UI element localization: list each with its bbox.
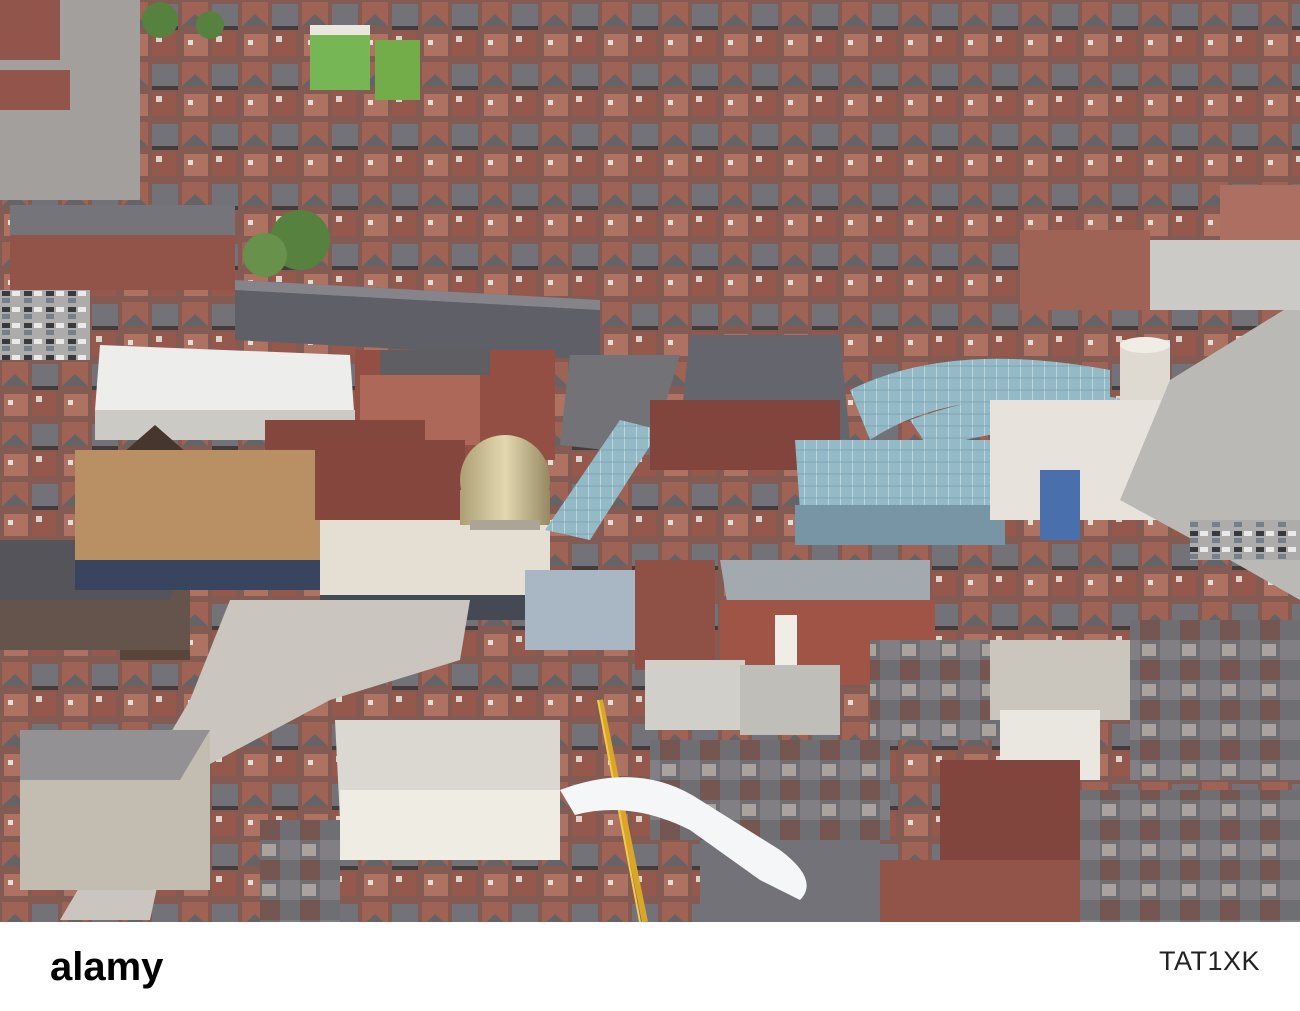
image-id-label: TAT1XK <box>1158 946 1260 976</box>
alamy-logo-text: alamy <box>50 945 164 989</box>
alamy-logo: alamy <box>50 945 164 989</box>
watermark-footer: alamy TAT1XK <box>0 922 1300 1011</box>
aerial-photo <box>0 0 1300 922</box>
aerial-photo-illustration <box>0 0 1300 922</box>
